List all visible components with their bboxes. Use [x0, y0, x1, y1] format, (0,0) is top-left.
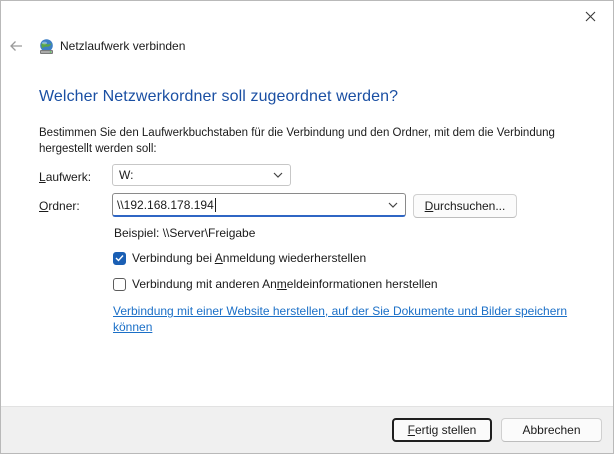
website-connection-link[interactable]: Verbindung mit einer Website herstellen,… — [113, 303, 583, 335]
browse-button-label: urchsuchen... — [433, 199, 506, 213]
main-instruction: Welcher Netzwerkordner soll zugeordnet w… — [39, 88, 399, 105]
folder-input-value: \\192.168.178.194 — [117, 197, 214, 212]
example-text: Beispiel: \\Server\Freigabe — [114, 226, 256, 240]
folder-label-accel: O — [39, 199, 49, 213]
reconnect-option[interactable]: Verbindung bei Anmeldung wiederherstelle… — [113, 251, 366, 265]
drive-letter-value: W: — [119, 168, 134, 182]
close-icon — [585, 11, 595, 21]
drive-label-accel: L — [39, 170, 46, 184]
chevron-down-icon — [273, 172, 283, 178]
close-button[interactable] — [567, 1, 613, 31]
drive-letter-select[interactable]: W: — [112, 164, 291, 186]
folder-label-text: rdner: — [48, 199, 80, 213]
network-drive-icon — [40, 39, 53, 54]
finish-button-label: ertig stellen — [414, 423, 477, 437]
dialog-footer: Fertig stellen Abbrechen — [1, 406, 613, 453]
dialog-window: Netzlaufwerk verbinden Welcher Netzwerko… — [0, 0, 614, 454]
folder-input[interactable]: \\192.168.178.194 — [112, 193, 406, 217]
dialog-header: Netzlaufwerk verbinden — [1, 31, 613, 61]
back-arrow-icon — [10, 41, 22, 51]
other-credentials-checkbox[interactable] — [113, 277, 126, 291]
folder-label: Ordner: — [39, 199, 80, 213]
browse-button-accel: D — [424, 199, 434, 213]
other-credentials-label: Verbindung mit anderen Anmeldeinformatio… — [132, 277, 438, 291]
finish-button[interactable]: Fertig stellen — [392, 418, 492, 442]
chevron-down-icon[interactable] — [387, 200, 399, 210]
cancel-button[interactable]: Abbrechen — [501, 418, 602, 442]
back-button[interactable] — [7, 38, 25, 54]
dialog-title: Netzlaufwerk verbinden — [60, 39, 186, 53]
drive-label: Laufwerk: — [39, 170, 91, 184]
other-credentials-option[interactable]: Verbindung mit anderen Anmeldeinformatio… — [113, 277, 438, 291]
reconnect-label: Verbindung bei Anmeldung wiederherstelle… — [132, 251, 367, 265]
reconnect-checkbox[interactable] — [113, 251, 126, 265]
drive-label-text: aufwerk: — [45, 170, 92, 184]
finish-button-accel: F — [407, 423, 415, 437]
text-cursor — [214, 197, 216, 212]
browse-button[interactable]: Durchsuchen... — [413, 194, 517, 218]
description-text: Bestimmen Sie den Laufwerkbuchstaben für… — [39, 127, 555, 155]
checkmark-icon — [115, 255, 124, 262]
